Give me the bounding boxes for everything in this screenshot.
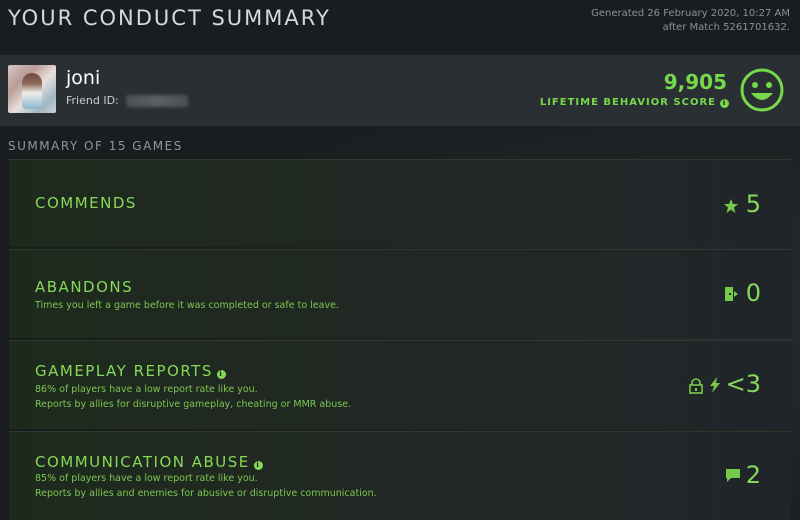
friend-id-redacted (126, 95, 189, 107)
exit-door-icon (725, 287, 738, 301)
avatar-figure (22, 73, 42, 109)
star-icon (724, 199, 738, 213)
info-icon[interactable]: i (720, 99, 729, 108)
friend-id: Friend ID: (66, 94, 189, 107)
profile-bar: joni Friend ID: 9,905 LIFETIME BEHAVIOR … (0, 55, 800, 126)
conduct-summary-page: YOUR CONDUCT SUMMARY Generated 26 Februa… (0, 0, 800, 520)
behavior-score-label-row: LIFETIME BEHAVIOR SCORE i (540, 97, 729, 108)
card-value: 5 (745, 190, 761, 218)
username: joni (66, 67, 101, 89)
card-value: <3 (725, 370, 761, 398)
card-description: Times you left a game before it was comp… (35, 300, 339, 311)
behavior-score: 9,905 (663, 70, 727, 94)
generated-info: Generated 26 February 2020, 10:27 AM aft… (490, 7, 790, 35)
generated-match: after Match 5261701632. (662, 22, 790, 33)
card-title: ABANDONS (35, 278, 134, 296)
chat-bubble-icon (726, 469, 740, 482)
card-title-row: GAMEPLAY REPORTS i (35, 362, 226, 380)
card-title-row: COMMUNICATION ABUSE i (35, 453, 263, 471)
smiley-face-icon (740, 68, 784, 112)
abandons-card: ABANDONS Times you left a game before it… (9, 249, 791, 338)
card-title: GAMEPLAY REPORTS (35, 362, 213, 380)
summary-heading: SUMMARY OF 15 GAMES (8, 139, 183, 153)
info-icon[interactable]: i (216, 370, 226, 379)
generated-date: Generated 26 February 2020, 10:27 AM (591, 8, 790, 19)
page-title: YOUR CONDUCT SUMMARY (8, 6, 331, 30)
lightning-icon (710, 377, 720, 393)
card-title: COMMENDS (35, 194, 137, 212)
card-title: COMMUNICATION ABUSE (35, 453, 250, 471)
friend-id-label: Friend ID: (66, 94, 119, 107)
card-value: 2 (745, 461, 761, 489)
card-description: Reports by allies for disruptive gamepla… (35, 399, 352, 410)
communication-abuse-card: COMMUNICATION ABUSE i 85% of players have… (9, 431, 791, 520)
behavior-score-label: LIFETIME BEHAVIOR SCORE (539, 97, 716, 108)
lock-icon (689, 378, 703, 394)
gameplay-reports-card: GAMEPLAY REPORTS i 86% of players have a … (9, 340, 791, 429)
commends-card: COMMENDS 5 (9, 159, 791, 247)
card-value: 0 (745, 279, 761, 307)
card-description-stat: 86% of players have a low report rate li… (35, 384, 258, 395)
info-icon[interactable]: i (253, 461, 263, 470)
card-description-stat: 85% of players have a low report rate li… (35, 473, 258, 484)
avatar[interactable] (8, 65, 56, 113)
card-description: Reports by allies and enemies for abusiv… (35, 488, 377, 499)
